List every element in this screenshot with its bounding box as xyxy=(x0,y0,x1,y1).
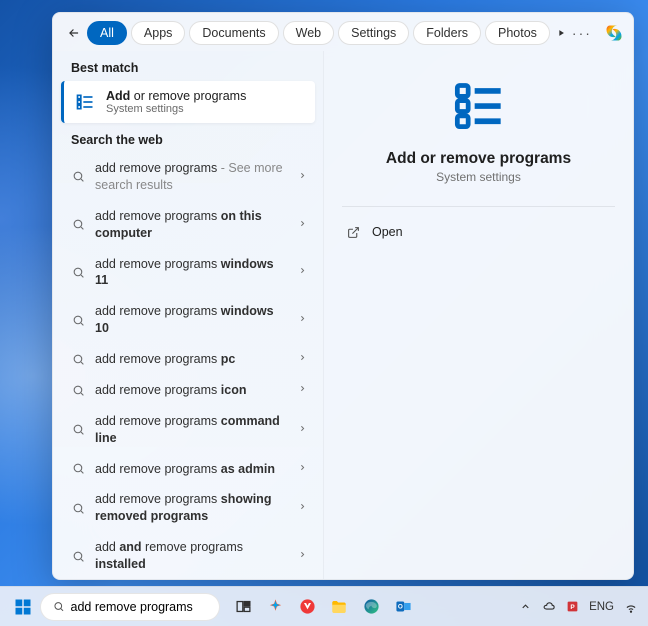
preview-subtitle: System settings xyxy=(436,170,521,184)
chevron-right-icon[interactable] xyxy=(297,353,307,365)
chevron-right-icon[interactable] xyxy=(297,550,307,562)
web-result-text: add remove programs pc xyxy=(95,351,287,368)
search-icon xyxy=(71,502,85,515)
chevron-right-icon[interactable] xyxy=(297,463,307,475)
results-pane: Best match Add or remove programs System… xyxy=(53,51,323,579)
filter-tab-photos[interactable]: Photos xyxy=(485,21,550,45)
search-icon xyxy=(53,600,65,613)
taskbar-app-outlook[interactable]: O xyxy=(388,592,418,622)
search-content: Best match Add or remove programs System… xyxy=(53,51,633,579)
taskbar: O P ENG xyxy=(0,586,648,626)
web-result[interactable]: add remove programs as admin xyxy=(53,454,323,485)
taskbar-app-explorer[interactable] xyxy=(324,592,354,622)
taskbar-search[interactable] xyxy=(40,593,220,621)
search-icon xyxy=(71,266,85,279)
web-result[interactable]: add remove programs showing removed prog… xyxy=(53,484,323,532)
search-window: AllAppsDocumentsWebSettingsFoldersPhotos… xyxy=(52,12,634,580)
chevron-right-icon[interactable] xyxy=(297,266,307,278)
copilot-icon[interactable] xyxy=(604,23,624,43)
svg-text:P: P xyxy=(570,604,575,611)
taskbar-search-input[interactable] xyxy=(71,600,207,614)
tray-chevron-icon[interactable] xyxy=(520,601,531,612)
svg-text:O: O xyxy=(397,604,402,611)
web-result-text: add remove programs on this computer xyxy=(95,208,287,242)
web-result-text: add remove programs showing removed prog… xyxy=(95,491,287,525)
filter-tab-settings[interactable]: Settings xyxy=(338,21,409,45)
taskbar-app-vivaldi[interactable] xyxy=(292,592,322,622)
filter-tab-web[interactable]: Web xyxy=(283,21,334,45)
filter-tab-folders[interactable]: Folders xyxy=(413,21,481,45)
taskbar-apps: O xyxy=(228,592,418,622)
web-result[interactable]: add and remove programs installed xyxy=(53,532,323,579)
tray-language[interactable]: ENG xyxy=(589,601,614,613)
web-result[interactable]: add remove programs icon xyxy=(53,375,323,406)
web-result-text: add and remove programs installed xyxy=(95,539,287,573)
filter-tabs: AllAppsDocumentsWebSettingsFoldersPhotos xyxy=(87,21,550,45)
chevron-right-icon[interactable] xyxy=(297,502,307,514)
filter-bar: AllAppsDocumentsWebSettingsFoldersPhotos… xyxy=(53,13,633,51)
taskbar-app-edge[interactable] xyxy=(356,592,386,622)
chevron-right-icon[interactable] xyxy=(297,384,307,396)
search-icon xyxy=(71,170,85,183)
preview-pane: Add or remove programs System settings O… xyxy=(323,51,633,579)
filter-more-button[interactable] xyxy=(556,28,566,38)
taskbar-app-copilot[interactable] xyxy=(260,592,290,622)
search-icon xyxy=(71,218,85,231)
web-result[interactable]: add remove programs windows 11 xyxy=(53,249,323,297)
preview-programs-icon xyxy=(453,79,505,134)
search-icon xyxy=(71,384,85,397)
web-result[interactable]: add remove programs command line xyxy=(53,406,323,454)
section-title-web: Search the web xyxy=(53,123,323,153)
web-result[interactable]: add remove programs pc xyxy=(53,344,323,375)
taskbar-app-taskview[interactable] xyxy=(228,592,258,622)
web-result[interactable]: add remove programs windows 10 xyxy=(53,296,323,344)
preview-title: Add or remove programs xyxy=(386,150,571,168)
preview-divider xyxy=(342,206,615,207)
web-result-text: add remove programs command line xyxy=(95,413,287,447)
chevron-right-icon[interactable] xyxy=(297,424,307,436)
best-match-subtitle: System settings xyxy=(106,103,246,115)
web-result-text: add remove programs - See more search re… xyxy=(95,160,287,194)
back-button[interactable] xyxy=(67,22,81,44)
programs-list-icon xyxy=(74,91,96,113)
search-icon xyxy=(71,550,85,563)
tray-onedrive-icon[interactable] xyxy=(541,599,556,614)
chevron-right-icon[interactable] xyxy=(297,314,307,326)
filter-tab-all[interactable]: All xyxy=(87,21,127,45)
web-result-text: add remove programs as admin xyxy=(95,461,287,478)
section-title-best-match: Best match xyxy=(53,51,323,81)
tray-wifi-icon[interactable] xyxy=(624,600,638,614)
web-result-text: add remove programs icon xyxy=(95,382,287,399)
best-match-result[interactable]: Add or remove programs System settings xyxy=(61,81,315,123)
web-result-text: add remove programs windows 11 xyxy=(95,256,287,290)
search-icon xyxy=(71,462,85,475)
open-action-label: Open xyxy=(372,225,403,239)
open-external-icon xyxy=(346,226,360,239)
web-result[interactable]: add remove programs on this computer xyxy=(53,201,323,249)
search-icon xyxy=(71,314,85,327)
search-icon xyxy=(71,423,85,436)
filter-tab-apps[interactable]: Apps xyxy=(131,21,186,45)
chevron-right-icon[interactable] xyxy=(297,171,307,183)
start-button[interactable] xyxy=(10,594,36,620)
tray-app-icon[interactable]: P xyxy=(566,600,579,613)
open-action[interactable]: Open xyxy=(342,219,615,245)
more-options-button[interactable]: ··· xyxy=(572,25,592,41)
system-tray: P ENG xyxy=(520,599,638,614)
chevron-right-icon[interactable] xyxy=(297,219,307,231)
web-result[interactable]: add remove programs - See more search re… xyxy=(53,153,323,201)
filter-tab-documents[interactable]: Documents xyxy=(189,21,278,45)
web-result-text: add remove programs windows 10 xyxy=(95,303,287,337)
best-match-title: Add or remove programs xyxy=(106,89,246,103)
search-icon xyxy=(71,353,85,366)
